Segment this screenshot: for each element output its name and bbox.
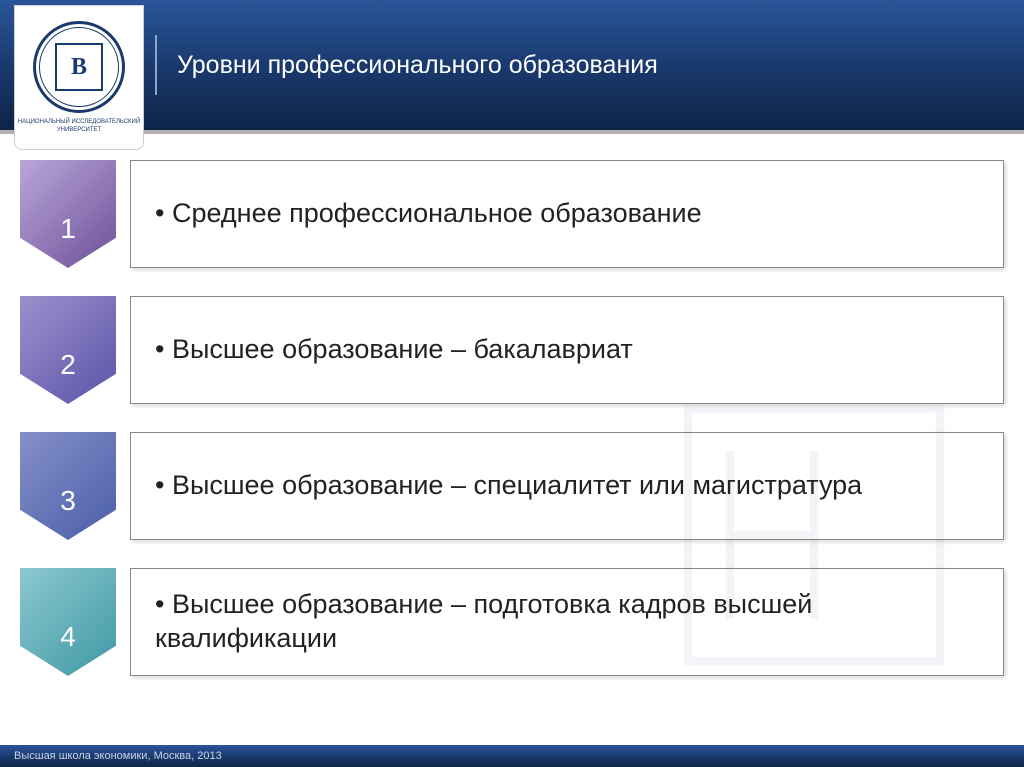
item-text: • Высшее образование – специалитет или м… bbox=[155, 469, 862, 503]
chevron-badge-4: 4 bbox=[20, 568, 116, 676]
chevron-badge-2: 2 bbox=[20, 296, 116, 404]
list-item: 2 • Высшее образование – бакалавриат bbox=[20, 296, 1004, 404]
item-box: • Высшее образование – специалитет или м… bbox=[130, 432, 1004, 540]
chevron-badge-1: 1 bbox=[20, 160, 116, 268]
logo-inner-box: В bbox=[55, 43, 103, 91]
list-item: 1 • Среднее профессиональное образование bbox=[20, 160, 1004, 268]
item-box: • Высшее образование – бакалавриат bbox=[130, 296, 1004, 404]
slide-title: Уровни профессионального образования bbox=[177, 51, 658, 80]
logo-initials: В bbox=[71, 54, 87, 81]
chevron-down-icon: 1 bbox=[20, 160, 116, 268]
level-number: 2 bbox=[60, 349, 76, 381]
item-text: • Среднее профессиональное образование bbox=[155, 197, 702, 231]
logo-container: В НАЦИОНАЛЬНЫЙ ИССЛЕДОВАТЕЛЬСКИЙ УНИВЕРС… bbox=[14, 5, 144, 150]
level-number: 3 bbox=[60, 485, 76, 517]
list-item: 4 • Высшее образование – подготовка кадр… bbox=[20, 568, 1004, 676]
footer-bar: Высшая школа экономики, Москва, 2013 bbox=[0, 745, 1024, 767]
title-divider bbox=[155, 35, 157, 95]
header-band: Уровни профессионального образования bbox=[0, 0, 1024, 130]
logo-caption-1: НАЦИОНАЛЬНЫЙ ИССЛЕДОВАТЕЛЬСКИЙ bbox=[18, 119, 140, 126]
level-number: 4 bbox=[60, 621, 76, 653]
level-number: 1 bbox=[60, 213, 76, 245]
content-area: 1 • Среднее профессиональное образование… bbox=[0, 130, 1024, 676]
chevron-down-icon: 2 bbox=[20, 296, 116, 404]
chevron-down-icon: 4 bbox=[20, 568, 116, 676]
item-text: • Высшее образование – бакалавриат bbox=[155, 333, 633, 367]
item-box: • Среднее профессиональное образование bbox=[130, 160, 1004, 268]
chevron-badge-3: 3 bbox=[20, 432, 116, 540]
footer-text: Высшая школа экономики, Москва, 2013 bbox=[14, 750, 222, 762]
item-text: • Высшее образование – подготовка кадров… bbox=[155, 588, 979, 656]
logo-circle: В bbox=[33, 21, 125, 113]
list-item: 3 • Высшее образование – специалитет или… bbox=[20, 432, 1004, 540]
logo-caption-2: УНИВЕРСИТЕТ bbox=[57, 127, 101, 134]
chevron-down-icon: 3 bbox=[20, 432, 116, 540]
item-box: • Высшее образование – подготовка кадров… bbox=[130, 568, 1004, 676]
